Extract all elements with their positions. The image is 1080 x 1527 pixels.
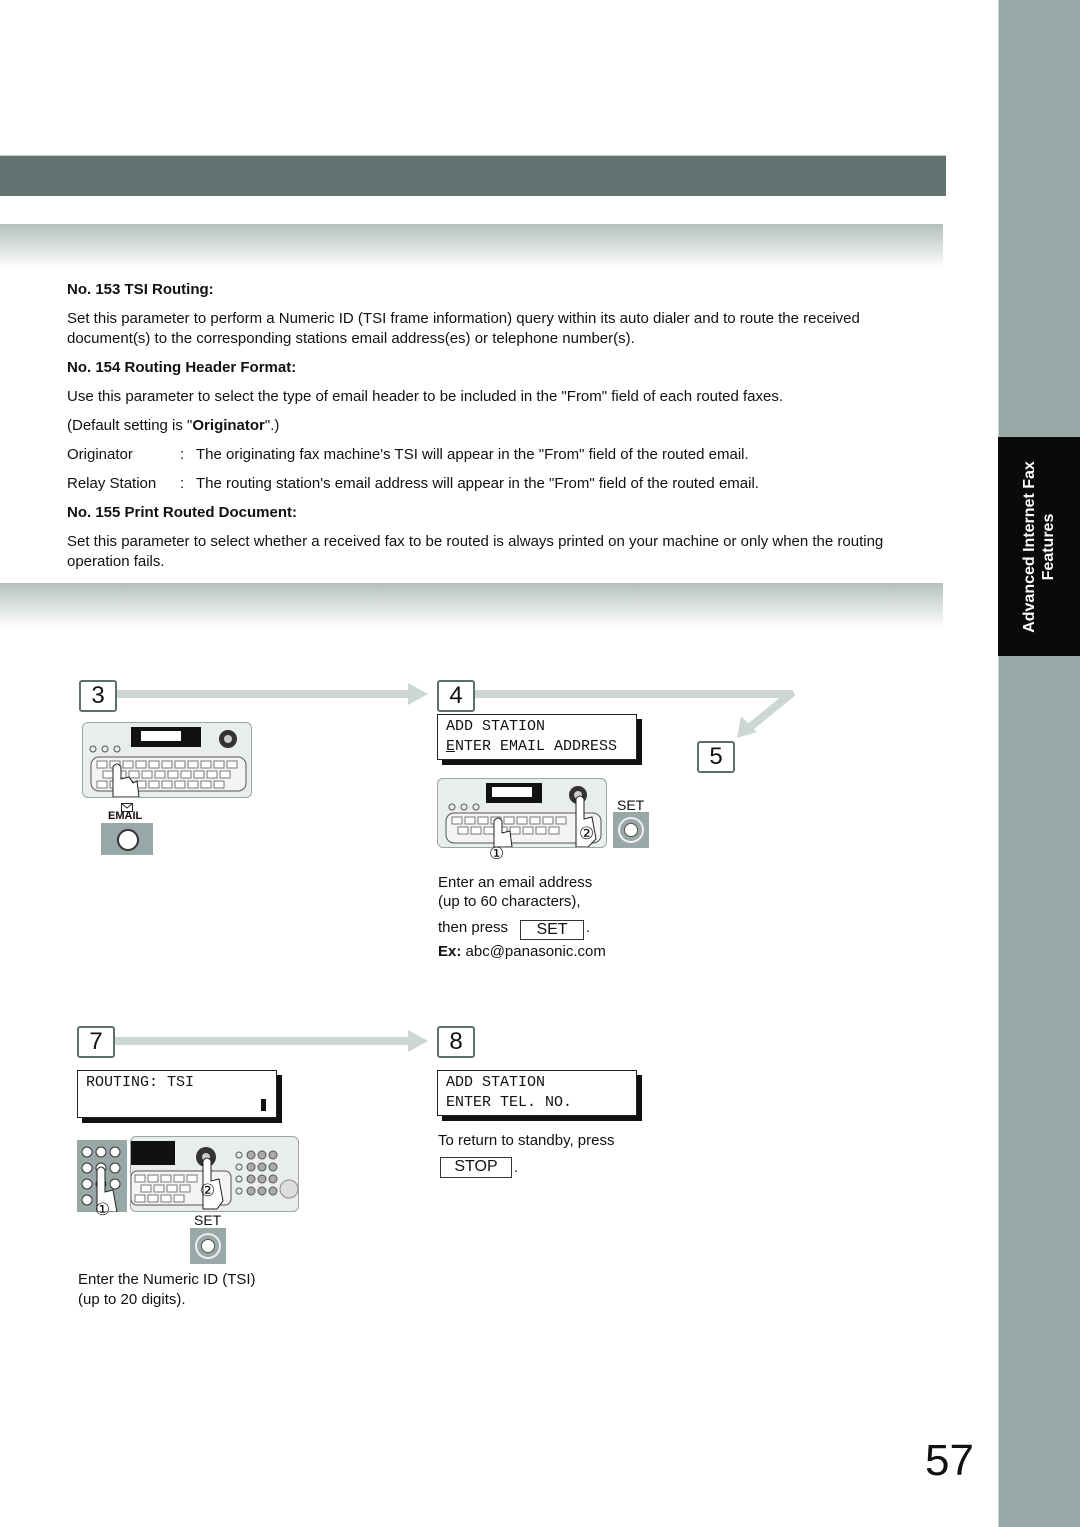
callout-2: ② xyxy=(200,1181,216,1200)
example-label: Ex: xyxy=(438,943,462,960)
lcd-line2: ENTER EMAIL ADDRESS xyxy=(446,738,618,755)
period: . xyxy=(586,919,591,936)
set-dial-icon xyxy=(624,823,638,837)
email-key[interactable] xyxy=(101,823,153,855)
step-7-number: 7 xyxy=(77,1026,115,1058)
step-4-desc-2: (up to 60 characters), xyxy=(438,893,581,910)
email-button-icon xyxy=(117,829,139,851)
stop-button-label[interactable]: STOP xyxy=(440,1157,512,1178)
lcd-line1: ADD STATION xyxy=(446,1074,546,1091)
callout-2: ② xyxy=(579,824,595,843)
set-key[interactable] xyxy=(613,812,649,848)
option-desc-relay-station: The routing station's email address will… xyxy=(196,475,759,492)
default-prefix: (Default setting is " xyxy=(67,417,193,434)
set-dial-icon xyxy=(201,1239,215,1253)
step-7-desc-1: Enter the Numeric ID (TSI) xyxy=(78,1271,256,1288)
step-4-number: 4 xyxy=(437,680,475,712)
set-key-label: SET xyxy=(617,797,645,813)
option-term-originator: Originator xyxy=(67,446,133,463)
option-sep: : xyxy=(180,446,185,463)
param-155-body: Set this parameter to select whether a r… xyxy=(67,533,884,570)
param-153-body: Set this parameter to perform a Numeric … xyxy=(67,310,860,347)
set-key-label: SET xyxy=(194,1212,222,1228)
page-number: 57 xyxy=(925,1436,974,1485)
arrow-3-to-4 xyxy=(117,690,409,698)
section-gradient-bar-top xyxy=(0,224,943,269)
arrow-diagonal-icon xyxy=(737,690,796,738)
callout-1: ① xyxy=(95,1200,111,1219)
arrow-head-icon xyxy=(408,1030,428,1052)
keyboard-panel-icon xyxy=(89,727,247,798)
default-suffix: ".) xyxy=(264,417,280,434)
example-value: abc@panasonic.com xyxy=(465,943,606,960)
param-154-heading: No. 154 Routing Header Format: xyxy=(67,359,297,376)
lcd-display-step8: ADD STATION ENTER TEL. NO. xyxy=(437,1070,637,1116)
param-154-default: (Default setting is "Originator".) xyxy=(67,416,279,436)
chapter-tab-line2: Features xyxy=(1040,513,1057,580)
option-desc-originator: The originating fax machine's TSI will a… xyxy=(196,446,749,463)
param-155-heading: No. 155 Print Routed Document: xyxy=(67,504,298,521)
fax-control-panel-illustration xyxy=(82,722,252,798)
chapter-tab[interactable]: Advanced Internet Fax Features xyxy=(998,437,1080,656)
param-153-heading: No. 153 TSI Routing: xyxy=(67,281,214,298)
default-value: Originator xyxy=(192,417,265,434)
step-8-number: 8 xyxy=(437,1026,475,1058)
lcd-display-step4: ADD STATION ENTER EMAIL ADDRESS xyxy=(437,714,637,760)
side-strip xyxy=(998,0,1080,1527)
arrow-7-to-8 xyxy=(115,1037,409,1045)
set-button-label[interactable]: SET xyxy=(520,920,584,940)
step-4-example: Ex: abc@panasonic.com xyxy=(438,942,606,962)
email-key-label: EMAIL xyxy=(108,810,143,822)
step-4-then-press: then press xyxy=(438,919,509,936)
arrow-head-icon xyxy=(408,683,428,705)
param-154-body: Use this parameter to select the type of… xyxy=(67,388,784,405)
header-bar xyxy=(0,155,946,196)
step-4-desc-1: Enter an email address xyxy=(438,874,593,891)
lcd-line1: ROUTING: TSI xyxy=(86,1074,195,1091)
chapter-tab-line1: Advanced Internet Fax xyxy=(1021,460,1038,633)
callout-1: ① xyxy=(489,844,505,863)
section-gradient-bar-bottom xyxy=(0,583,943,628)
step-7-desc-2: (up to 20 digits). xyxy=(78,1291,186,1308)
lcd-line1: ADD STATION xyxy=(446,718,546,735)
step-8-desc: To return to standby, press xyxy=(438,1132,615,1149)
period: . xyxy=(514,1159,519,1176)
set-key[interactable] xyxy=(190,1228,226,1264)
lcd-line2: ENTER TEL. NO. xyxy=(446,1094,573,1111)
step-3-number: 3 xyxy=(79,680,117,712)
option-sep: : xyxy=(180,475,185,492)
lcd-display-step7: ROUTING: TSI xyxy=(77,1070,277,1118)
step-5-number: 5 xyxy=(697,741,735,773)
option-term-relay-station: Relay Station xyxy=(67,475,157,492)
cursor-block xyxy=(261,1099,266,1111)
